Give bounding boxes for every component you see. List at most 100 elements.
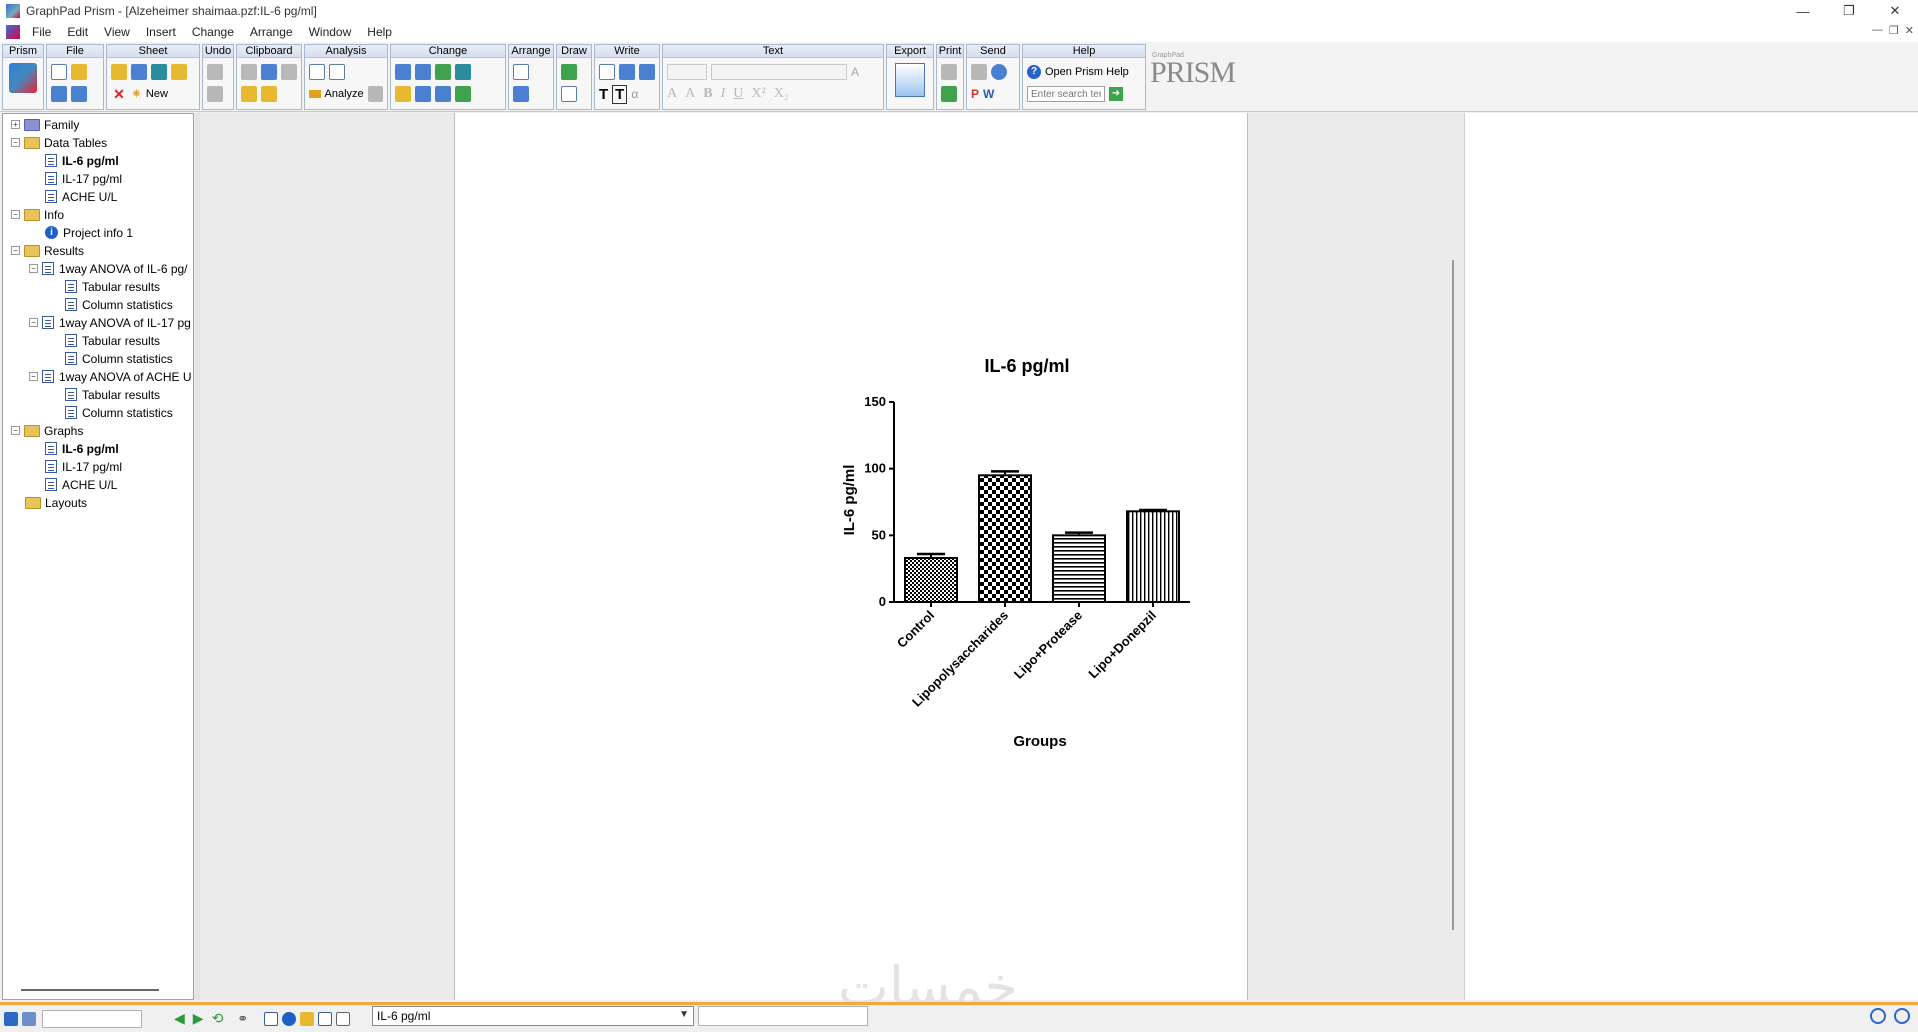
minimize-button[interactable]: — <box>1780 0 1826 22</box>
menu-view[interactable]: View <box>96 25 138 39</box>
scatter-icon[interactable] <box>435 86 451 102</box>
zoom-in-icon[interactable] <box>1870 1008 1886 1024</box>
wand-icon[interactable] <box>151 64 167 80</box>
sheet-selector[interactable]: IL-6 pg/ml ▼ <box>372 1006 694 1026</box>
info-sheet-icon[interactable] <box>282 1011 297 1026</box>
delete-sheet-icon[interactable]: ✕ <box>111 86 127 102</box>
zoom-out-icon[interactable] <box>1894 1008 1910 1024</box>
tree-result-il17[interactable]: − 1way ANOVA of IL-17 pg <box>29 314 191 331</box>
font-size-select[interactable] <box>667 64 707 80</box>
save-icon[interactable] <box>51 86 67 102</box>
word-icon[interactable] <box>619 64 635 80</box>
restore-button[interactable]: ❐ <box>1826 0 1872 22</box>
tree-column-statistics[interactable]: Column statistics <box>65 350 173 367</box>
mdi-minimize-icon[interactable]: — <box>1872 24 1883 37</box>
powerpoint-icon[interactable]: P <box>971 87 979 101</box>
italic-icon[interactable]: I <box>721 86 726 102</box>
collapse-icon[interactable]: − <box>29 264 38 273</box>
go-back-icon[interactable]: ⟲ <box>212 1010 224 1027</box>
menu-window[interactable]: Window <box>301 25 360 39</box>
tree-tabular-results[interactable]: Tabular results <box>65 386 160 403</box>
font-name-select[interactable] <box>711 64 847 80</box>
draw-shape-icon[interactable] <box>561 64 577 80</box>
bold-icon[interactable]: B <box>703 86 712 102</box>
tree-graph-ache[interactable]: ACHE U/L <box>45 476 117 493</box>
menu-arrange[interactable]: Arrange <box>242 25 301 39</box>
word-send-icon[interactable]: W <box>983 87 994 101</box>
data-sheet-icon[interactable] <box>264 1011 279 1026</box>
tree-info[interactable]: − Info <box>11 206 64 223</box>
globe-icon[interactable] <box>991 64 1007 80</box>
export-icon[interactable] <box>895 63 925 97</box>
view-sheet-icon[interactable] <box>4 1011 18 1026</box>
collapse-icon[interactable]: − <box>29 318 38 327</box>
send-mail-icon[interactable] <box>971 64 987 80</box>
rectangle-icon[interactable] <box>561 86 577 102</box>
copy-icon[interactable] <box>261 64 277 80</box>
link-icon[interactable]: ⚭ <box>237 1011 248 1027</box>
search-go-icon[interactable]: ➜ <box>1109 87 1123 101</box>
font-color-icon[interactable]: A <box>851 65 859 79</box>
mdi-close-icon[interactable]: ✕ <box>1905 24 1914 37</box>
collapse-icon[interactable]: − <box>11 246 20 255</box>
alpha-icon[interactable]: α <box>631 87 638 101</box>
menu-change[interactable]: Change <box>184 25 242 39</box>
color-icon[interactable] <box>455 86 471 102</box>
snowflake-icon[interactable] <box>131 64 147 80</box>
menu-file[interactable]: File <box>24 25 59 39</box>
collapse-icon[interactable]: − <box>11 426 20 435</box>
open-folder-icon[interactable] <box>71 64 87 80</box>
analyze-button[interactable]: Analyze <box>325 88 364 100</box>
bar-graph-icon[interactable] <box>435 64 451 80</box>
navigator-scrollbar[interactable] <box>21 989 159 991</box>
layout-sheet-icon[interactable] <box>336 1011 351 1026</box>
cut-icon[interactable] <box>241 64 257 80</box>
pencil-icon[interactable] <box>111 64 127 80</box>
paste-special-icon[interactable] <box>281 64 297 80</box>
save-all-icon[interactable] <box>71 86 87 102</box>
menu-help[interactable]: Help <box>359 25 400 39</box>
tree-project-info[interactable]: i Project info 1 <box>45 224 133 241</box>
text-tool-icon[interactable]: T <box>599 86 608 103</box>
tree-tabular-results[interactable]: Tabular results <box>65 278 160 295</box>
undo-icon[interactable] <box>207 86 223 102</box>
info-note-icon[interactable] <box>639 64 655 80</box>
underline-icon[interactable]: U <box>733 86 743 102</box>
sparkle-icon[interactable] <box>395 86 411 102</box>
collapse-icon[interactable]: − <box>11 210 20 219</box>
new-sheet-button[interactable]: New <box>146 88 168 100</box>
tree-layouts[interactable]: Layouts <box>25 494 87 511</box>
xy-analysis-icon[interactable] <box>309 64 325 80</box>
text-box-icon[interactable]: T <box>612 84 628 104</box>
print-preview-icon[interactable] <box>941 86 957 102</box>
open-prism-help-button[interactable]: Open Prism Help <box>1045 66 1129 78</box>
paste-options-icon[interactable] <box>261 86 277 102</box>
table-icon[interactable] <box>367 86 383 102</box>
graph-sheet-icon[interactable] <box>318 1011 333 1026</box>
tree-data-tables[interactable]: − Data Tables <box>11 134 107 151</box>
tree-data-il17[interactable]: IL-17 pg/ml <box>45 170 122 187</box>
tree-graph-il6[interactable]: IL-6 pg/ml <box>45 440 119 457</box>
mdi-restore-icon[interactable]: ❐ <box>1889 24 1899 37</box>
help-search-input[interactable] <box>1027 86 1105 102</box>
new-file-icon[interactable] <box>51 64 67 80</box>
view-gallery-icon[interactable] <box>22 1011 36 1026</box>
subscript-icon[interactable]: X₂ <box>774 86 789 102</box>
tree-data-il6[interactable]: IL-6 pg/ml <box>45 152 119 169</box>
tree-family[interactable]: + Family <box>11 116 79 133</box>
tree-column-statistics[interactable]: Column statistics <box>65 296 173 313</box>
axis-icon[interactable] <box>415 64 431 80</box>
regression-icon[interactable] <box>329 64 345 80</box>
help-icon[interactable]: ? <box>1027 65 1041 79</box>
paste-icon[interactable] <box>241 86 257 102</box>
grow-font-icon[interactable]: A <box>667 86 677 102</box>
document-icon[interactable] <box>6 25 20 39</box>
results-sheet-icon[interactable] <box>300 1011 315 1026</box>
new-sheet-icon[interactable]: ✷ <box>131 86 142 102</box>
shrink-font-icon[interactable]: A <box>685 86 695 102</box>
vertical-scrollbar[interactable] <box>1452 260 1454 930</box>
group-objects-icon[interactable] <box>513 86 529 102</box>
tree-column-statistics[interactable]: Column statistics <box>65 404 173 421</box>
align-icon[interactable] <box>513 64 529 80</box>
tree-graphs[interactable]: − Graphs <box>11 422 83 439</box>
